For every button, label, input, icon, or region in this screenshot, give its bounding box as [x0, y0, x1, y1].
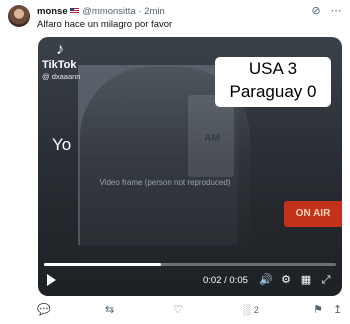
share-icon[interactable]: ↥ — [333, 302, 342, 318]
post: monse @mmonsitta · 2min ⊘ ⋯ Alfaro hace … — [0, 0, 350, 324]
views-button[interactable]: ░ 2 — [243, 302, 259, 318]
reply-icon[interactable]: 💬 — [37, 302, 51, 318]
video-duration: 0:05 — [229, 275, 248, 286]
views-icon: ░ — [243, 304, 251, 316]
header-icons: ⊘ ⋯ — [310, 5, 342, 17]
post-time[interactable]: 2min — [144, 6, 165, 17]
tiktok-user: @ dxaaann — [42, 72, 81, 81]
settings-icon[interactable]: ⚙ — [278, 272, 294, 288]
play-icon[interactable] — [47, 274, 56, 286]
tiktok-icon: ♪ — [56, 41, 64, 58]
video-player[interactable]: AM Yo ON AIR Video frame (person not rep… — [38, 37, 342, 296]
author-handle[interactable]: @mmonsitta — [82, 6, 135, 17]
post-text: Alfaro hace un milagro por favor — [37, 19, 173, 30]
like-icon[interactable]: ♡ — [173, 302, 183, 318]
post-header: monse @mmonsitta · 2min — [37, 5, 312, 19]
more-icon[interactable]: ⋯ — [330, 5, 342, 17]
video-controls: 0:02 / 0:05 🔊 ⚙ ▦ ⤢ — [38, 270, 342, 292]
video-placeholder-note: Video frame (person not reproduced) — [99, 178, 231, 187]
video-progress-fill — [44, 263, 161, 266]
action-bar: 💬 ⇆ ♡ ░ 2 ⚑ ↥ — [37, 302, 342, 318]
video-timecode: 0:02 / 0:05 — [203, 275, 248, 286]
volume-icon[interactable]: 🔊 — [258, 272, 274, 288]
video-background-text: Yo — [52, 135, 72, 154]
views-count: 2 — [253, 305, 259, 315]
author-name[interactable]: monse — [37, 6, 68, 17]
repost-icon[interactable]: ⇆ — [105, 302, 114, 318]
video-current-time: 0:02 — [203, 275, 222, 286]
video-progress-bar[interactable] — [44, 263, 336, 266]
grok-icon[interactable]: ⊘ — [310, 5, 322, 17]
separator: · — [138, 6, 142, 17]
score-line-paraguay: Paraguay 0 — [229, 82, 317, 101]
score-overlay: USA 3 Paraguay 0 — [215, 57, 331, 107]
tiktok-name: TikTok — [42, 59, 77, 71]
captions-icon[interactable]: ▦ — [298, 272, 314, 288]
avatar[interactable] — [8, 5, 30, 27]
fullscreen-icon[interactable]: ⤢ — [318, 272, 334, 288]
score-line-usa: USA 3 — [248, 59, 298, 78]
on-air-sign: ON AIR — [284, 201, 342, 227]
us-flag-icon — [69, 8, 79, 14]
tiktok-watermark: ♪ TikTok @ dxaaann — [42, 41, 80, 82]
bookmark-icon[interactable]: ⚑ — [313, 302, 323, 318]
